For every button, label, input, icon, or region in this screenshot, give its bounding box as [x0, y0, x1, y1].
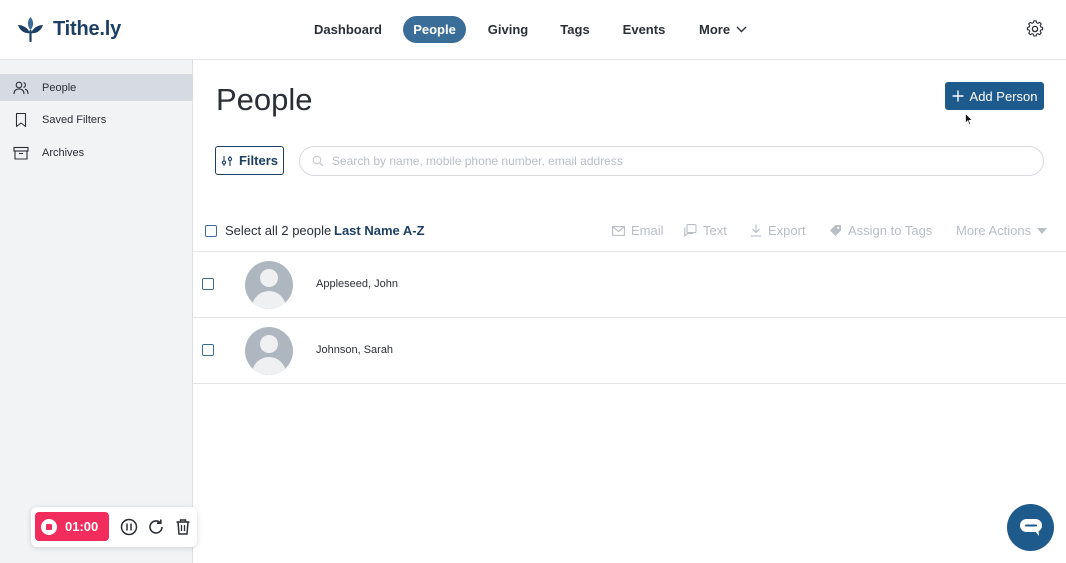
table-row[interactable]: Johnson, Sarah	[193, 318, 1066, 384]
email-action[interactable]: Email	[612, 223, 664, 238]
users-icon	[13, 81, 29, 94]
table-row[interactable]: Appleseed, John	[193, 252, 1066, 318]
nav-more-label: More	[699, 22, 731, 37]
export-label: Export	[768, 223, 806, 238]
screen-recorder-widget: 01:00	[31, 507, 197, 547]
gear-icon[interactable]	[1026, 20, 1044, 38]
nav-giving[interactable]: Giving	[480, 16, 536, 43]
page-title: People	[216, 82, 313, 117]
trash-icon[interactable]	[174, 518, 192, 536]
sort-dropdown[interactable]: Last Name A-Z	[334, 223, 425, 238]
stop-recording-button[interactable]: 01:00	[35, 512, 109, 541]
row-checkbox[interactable]	[202, 278, 214, 290]
list-toolbar: Select all 2 people Last Name A-Z Email …	[193, 212, 1066, 252]
select-all-label: Select all 2 people	[225, 223, 332, 238]
search-box[interactable]	[299, 146, 1044, 176]
download-icon	[750, 224, 762, 237]
message-icon	[684, 224, 697, 237]
archive-box-icon	[13, 146, 29, 160]
main-nav: Dashboard People Giving Tags Events More	[0, 16, 1066, 44]
sidebar-item-archives[interactable]: Archives	[0, 139, 193, 166]
person-name[interactable]: Johnson, Sarah	[316, 344, 393, 356]
tag-icon	[830, 225, 841, 236]
bookmark-icon	[15, 112, 27, 127]
select-all-checkbox[interactable]	[205, 224, 217, 237]
envelope-icon	[612, 225, 625, 236]
more-actions-dropdown[interactable]: More Actions	[956, 223, 1048, 238]
sidebar-item-label: People	[42, 81, 77, 94]
assign-tags-label: Assign to Tags	[848, 223, 933, 238]
add-person-button[interactable]: Add Person	[945, 82, 1044, 110]
mouse-cursor-icon	[965, 113, 973, 126]
select-all[interactable]: Select all 2 people	[205, 223, 331, 238]
sidebar-item-people[interactable]: People	[0, 74, 193, 101]
restart-icon[interactable]	[147, 518, 165, 536]
filters-button[interactable]: Filters	[215, 146, 284, 175]
more-actions-label: More Actions	[956, 223, 1032, 238]
chat-bubble-icon	[1019, 518, 1042, 536]
export-action[interactable]: Export	[750, 223, 806, 238]
row-checkbox[interactable]	[202, 344, 214, 356]
nav-dashboard[interactable]: Dashboard	[306, 16, 390, 43]
nav-events[interactable]: Events	[614, 16, 674, 43]
assign-tags-action[interactable]: Assign to Tags	[829, 223, 932, 238]
sidebar-item-label: Saved Filters	[42, 113, 107, 126]
nav-tags[interactable]: Tags	[552, 16, 598, 43]
top-navigation-bar: Tithe.ly Dashboard People Giving Tags Ev…	[0, 0, 1066, 60]
filters-label: Filters	[238, 153, 278, 168]
text-action[interactable]: Text	[684, 223, 727, 238]
person-name[interactable]: Appleseed, John	[316, 278, 398, 290]
avatar	[245, 327, 293, 375]
chat-launcher-button[interactable]	[1007, 504, 1054, 551]
email-label: Email	[631, 223, 664, 238]
avatar	[245, 261, 293, 309]
text-label: Text	[703, 223, 727, 238]
stop-icon	[41, 518, 57, 535]
recording-time: 01:00	[65, 519, 99, 534]
search-input[interactable]	[332, 154, 1012, 168]
plus-icon	[952, 90, 964, 102]
chevron-down-icon	[736, 26, 747, 33]
search-icon	[312, 155, 324, 167]
sliders-icon	[221, 155, 233, 166]
sidebar-item-label: Archives	[42, 146, 85, 159]
add-person-label: Add Person	[969, 88, 1038, 104]
caret-down-icon	[1037, 227, 1048, 234]
sidebar-item-saved-filters[interactable]: Saved Filters	[0, 106, 193, 133]
nav-more[interactable]: More	[699, 16, 755, 43]
nav-people[interactable]: People	[403, 16, 466, 43]
sidebar: People Saved Filters Archives	[0, 60, 193, 563]
pause-icon[interactable]	[120, 518, 138, 536]
